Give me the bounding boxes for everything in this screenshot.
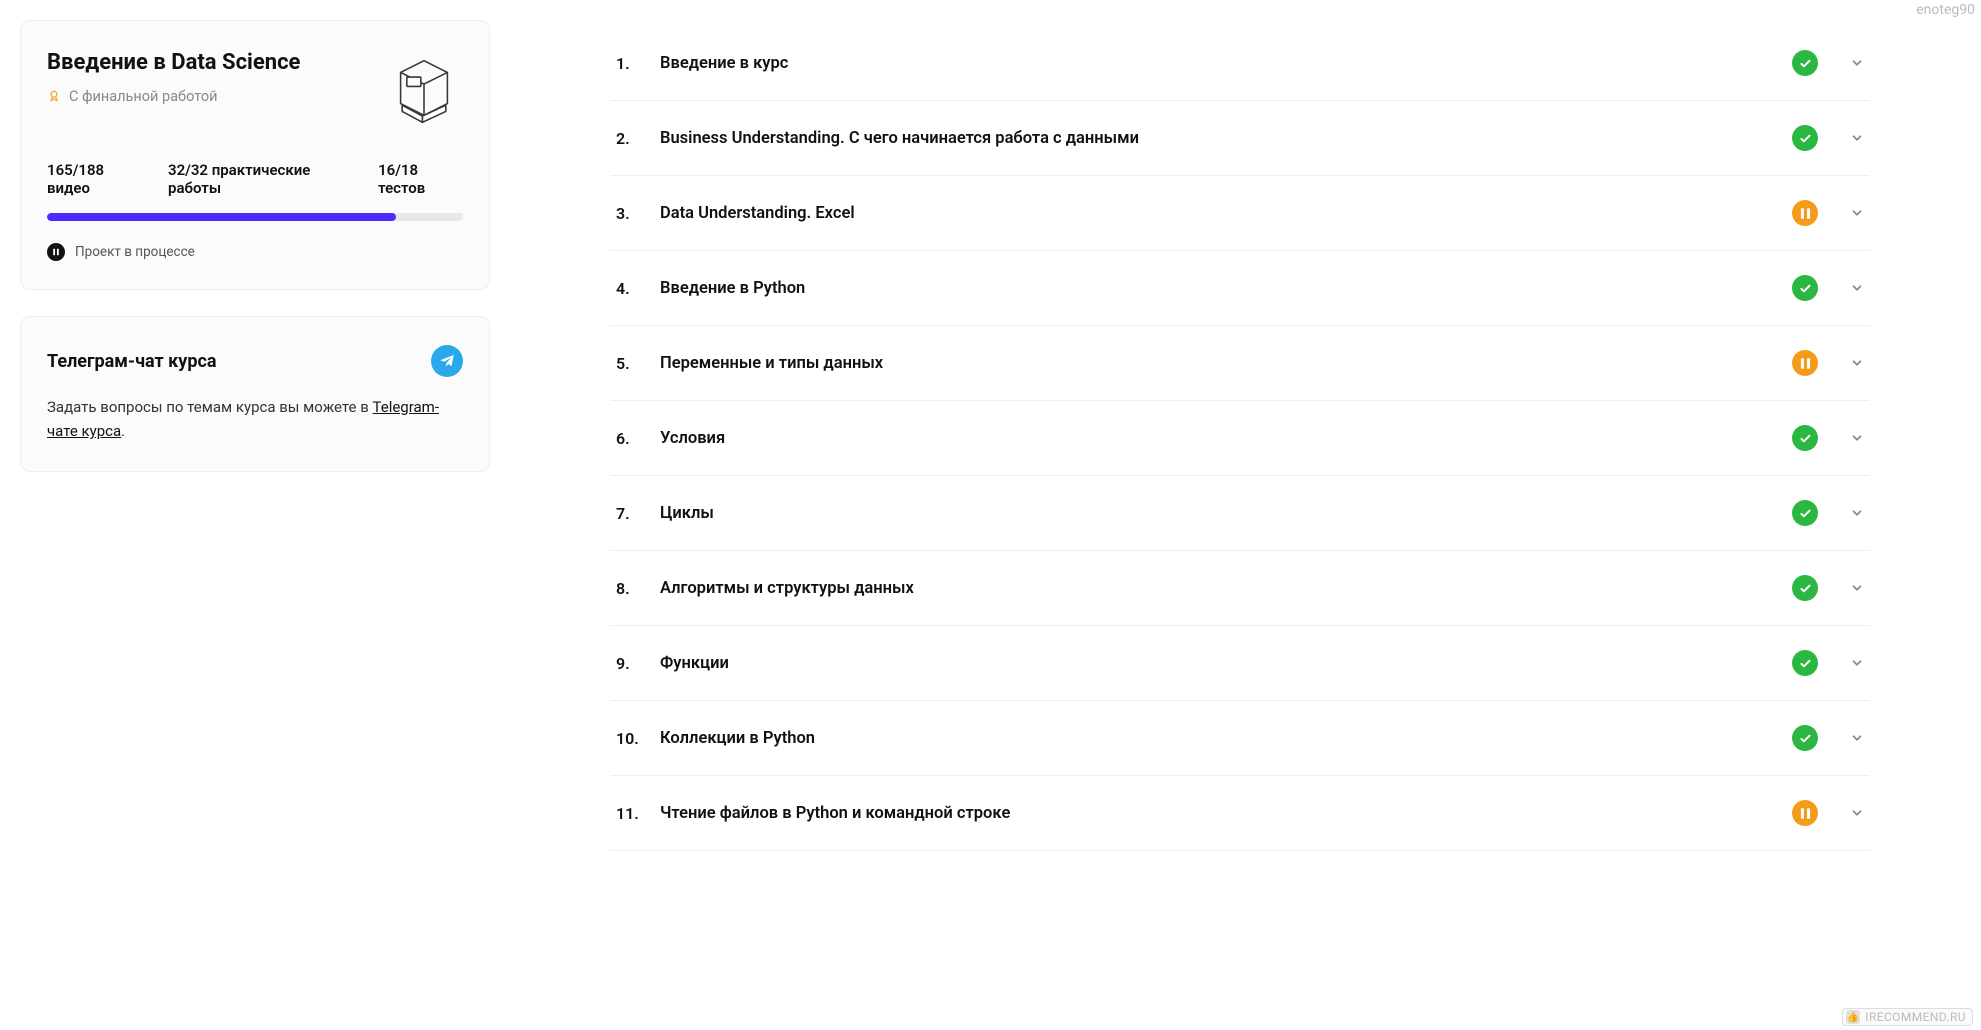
lesson-title: Коллекции в Python [660,729,1774,748]
lesson-title: Функции [660,654,1774,673]
status-pause-icon [1792,800,1818,826]
status-done-icon [1792,575,1818,601]
lesson-title: Алгоритмы и структуры данных [660,579,1774,598]
status-done-icon [1792,650,1818,676]
telegram-desc-prefix: Задать вопросы по темам курса вы можете … [47,398,373,416]
lesson-number: 5. [616,354,642,373]
lesson-row[interactable]: 6. Условия [610,401,1870,476]
project-status: Проект в процессе [47,243,463,261]
lesson-row[interactable]: 2. Business Understanding. С чего начинае… [610,101,1870,176]
progress-fill [47,213,396,221]
lesson-row[interactable]: 9. Функции [610,626,1870,701]
sidebar: Введение в Data Science С финальной рабо… [20,20,490,1010]
course-title: Введение в Data Science [47,49,300,78]
status-done-icon [1792,725,1818,751]
lesson-number: 4. [616,279,642,298]
computer-illustration-icon [385,49,463,127]
lesson-title: Циклы [660,504,1774,523]
telegram-title: Телеграм-чат курса [47,351,217,372]
final-work-label: С финальной работой [47,88,300,105]
progress-bar [47,213,463,221]
chevron-down-icon [1850,731,1864,745]
stat-videos: 165/188 видео [47,161,144,197]
course-card: Введение в Data Science С финальной рабо… [20,20,490,290]
thumbs-up-icon: 👍 [1846,1010,1860,1024]
lesson-title: Введение в Python [660,279,1774,298]
chevron-down-icon [1850,356,1864,370]
status-done-icon [1792,50,1818,76]
course-stats: 165/188 видео 32/32 практические работы … [47,161,463,197]
stat-practice: 32/32 практические работы [168,161,354,197]
watermark-site: 👍 IRECOMMEND.RU [1842,1008,1973,1026]
lesson-title: Business Understanding. С чего начинаетс… [660,129,1774,148]
chevron-down-icon [1850,431,1864,445]
lesson-title: Data Understanding. Excel [660,204,1774,223]
lesson-number: 7. [616,504,642,523]
lesson-title: Чтение файлов в Python и командной строк… [660,804,1774,823]
lesson-row[interactable]: 10. Коллекции в Python [610,701,1870,776]
status-done-icon [1792,500,1818,526]
chevron-down-icon [1850,506,1864,520]
chevron-down-icon [1850,281,1864,295]
lesson-title: Условия [660,429,1774,448]
lesson-row[interactable]: 8. Алгоритмы и структуры данных [610,551,1870,626]
telegram-card: Телеграм-чат курса Задать вопросы по тем… [20,316,490,472]
chevron-down-icon [1850,581,1864,595]
stat-tests: 16/18 тестов [378,161,463,197]
telegram-desc-suffix: . [121,422,125,440]
lesson-number: 1. [616,54,642,73]
lessons-list: 1. Введение в курс 2. Business Understandin… [610,20,1890,1010]
status-done-icon [1792,275,1818,301]
lesson-number: 9. [616,654,642,673]
lesson-number: 6. [616,429,642,448]
final-work-text: С финальной работой [69,88,218,105]
lesson-row[interactable]: 5. Переменные и типы данных [610,326,1870,401]
lesson-title: Переменные и типы данных [660,354,1774,373]
project-status-label: Проект в процессе [75,244,195,260]
lesson-row[interactable]: 7. Циклы [610,476,1870,551]
lesson-row[interactable]: 3. Data Understanding. Excel [610,176,1870,251]
lesson-number: 8. [616,579,642,598]
lesson-number: 3. [616,204,642,223]
lesson-title: Введение в курс [660,54,1774,73]
lesson-row[interactable]: 1. Введение в курс [610,26,1870,101]
lesson-number: 2. [616,129,642,148]
lesson-row[interactable]: 4. Введение в Python [610,251,1870,326]
telegram-icon[interactable] [431,345,463,377]
lesson-number: 11. [616,804,642,823]
chevron-down-icon [1850,56,1864,70]
status-pause-icon [1792,200,1818,226]
status-pause-icon [1792,350,1818,376]
watermark-site-text: IRECOMMEND.RU [1865,1010,1966,1024]
chevron-down-icon [1850,806,1864,820]
lesson-number: 10. [616,729,642,748]
status-done-icon [1792,125,1818,151]
chevron-down-icon [1850,131,1864,145]
lesson-row[interactable]: 11. Чтение файлов в Python и командной ст… [610,776,1870,851]
chevron-down-icon [1850,656,1864,670]
chevron-down-icon [1850,206,1864,220]
medal-icon [47,89,61,103]
status-done-icon [1792,425,1818,451]
pause-icon [47,243,65,261]
telegram-desc: Задать вопросы по темам курса вы можете … [47,395,463,443]
